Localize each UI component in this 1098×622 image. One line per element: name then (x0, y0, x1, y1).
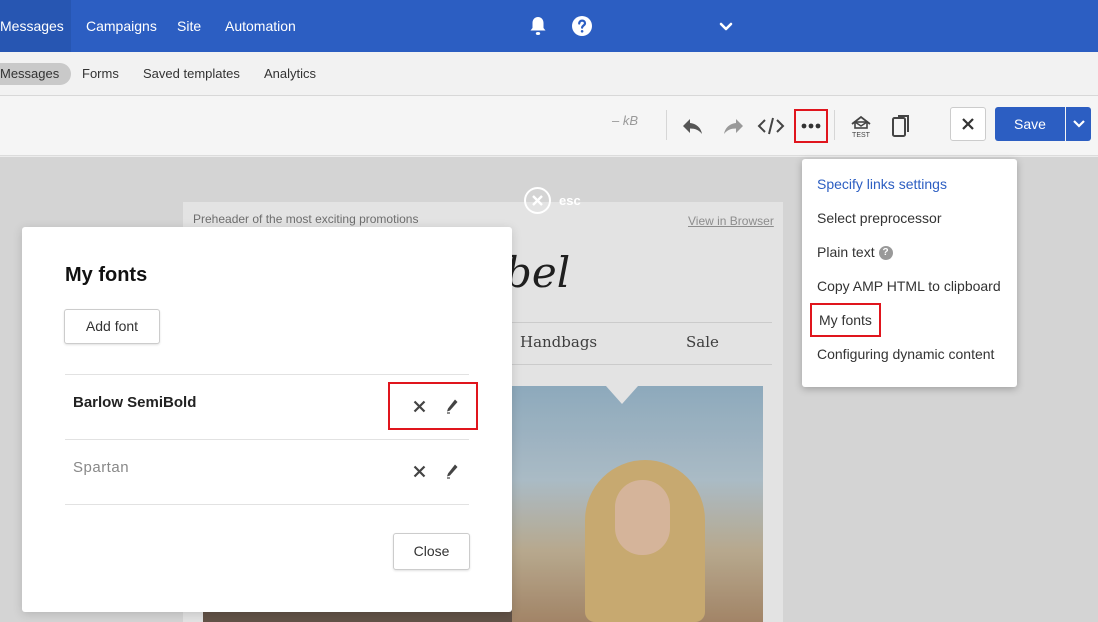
menu-item-plain-text[interactable]: Plain text? (817, 240, 893, 264)
redo-icon[interactable] (718, 111, 748, 141)
toolbar-divider (834, 110, 835, 140)
save-button[interactable]: Save (995, 107, 1065, 141)
nav-site[interactable]: Site (177, 0, 201, 52)
menu-item-copy-amp-html[interactable]: Copy AMP HTML to clipboard (817, 274, 1001, 298)
toolbar-divider (666, 110, 667, 140)
nav-messages[interactable]: Messages (0, 0, 71, 52)
sub-navigation: Messages Forms Saved templates Analytics (0, 52, 1098, 96)
font-name: Barlow SemiBold (73, 394, 197, 411)
test-icon[interactable]: TEST (846, 110, 876, 140)
menu-item-specify-links-settings[interactable]: Specify links settings (817, 172, 947, 196)
font-row-actions (390, 449, 476, 493)
font-row: Barlow SemiBold (65, 374, 478, 439)
chevron-down-icon[interactable] (714, 14, 738, 38)
menu-item-select-preprocessor[interactable]: Select preprocessor (817, 206, 942, 230)
close-button[interactable]: Close (393, 533, 470, 570)
esc-close-control[interactable]: esc (524, 187, 581, 214)
list-divider (65, 504, 469, 505)
help-icon[interactable]: ? (878, 246, 893, 261)
close-editor-button[interactable] (950, 107, 986, 141)
subnav-forms[interactable]: Forms (82, 63, 119, 85)
edit-font-button[interactable] (443, 397, 461, 415)
help-icon[interactable] (570, 14, 594, 38)
menu-item-my-fonts[interactable]: My fonts (810, 303, 881, 337)
subnav-saved-templates[interactable]: Saved templates (143, 63, 240, 85)
more-options-button[interactable] (794, 109, 828, 143)
svg-text:TEST: TEST (852, 132, 871, 139)
modal-title: My fonts (65, 264, 148, 286)
more-icon (801, 123, 821, 129)
font-name: Spartan (73, 459, 130, 476)
close-icon (413, 465, 425, 477)
delete-font-button[interactable] (410, 397, 428, 415)
size-indicator: – kB (612, 113, 639, 128)
code-icon[interactable] (756, 111, 786, 141)
font-row-actions (388, 382, 478, 430)
pencil-icon (447, 464, 458, 479)
mobile-preview-icon[interactable] (886, 111, 916, 141)
editor-toolbar: – kB TEST Save (0, 96, 1098, 156)
close-icon (962, 118, 974, 130)
subnav-analytics[interactable]: Analytics (264, 63, 316, 85)
subnav-messages[interactable]: Messages (0, 63, 72, 85)
menu-item-configuring-dynamic-content[interactable]: Configuring dynamic content (817, 342, 994, 366)
edit-font-button[interactable] (443, 462, 461, 480)
menu-item-plain-text-label: Plain text (817, 244, 875, 260)
chevron-down-icon (1072, 120, 1085, 128)
close-icon (413, 400, 425, 412)
nav-campaigns[interactable]: Campaigns (86, 0, 157, 52)
close-circle-icon[interactable] (524, 187, 551, 214)
save-dropdown-button[interactable] (1066, 107, 1091, 141)
bell-icon[interactable] (526, 14, 550, 38)
esc-label: esc (559, 193, 581, 208)
delete-font-button[interactable] (410, 462, 428, 480)
undo-icon[interactable] (678, 111, 708, 141)
more-options-menu: Specify links settings Select preprocess… (802, 159, 1017, 387)
top-navigation: Messages Campaigns Site Automation (0, 0, 1098, 52)
my-fonts-modal: My fonts Add font Barlow SemiBold Sparta… (22, 227, 512, 612)
pencil-icon (447, 399, 458, 414)
add-font-button[interactable]: Add font (64, 309, 160, 344)
nav-automation[interactable]: Automation (225, 0, 296, 52)
font-row: Spartan (65, 439, 469, 504)
